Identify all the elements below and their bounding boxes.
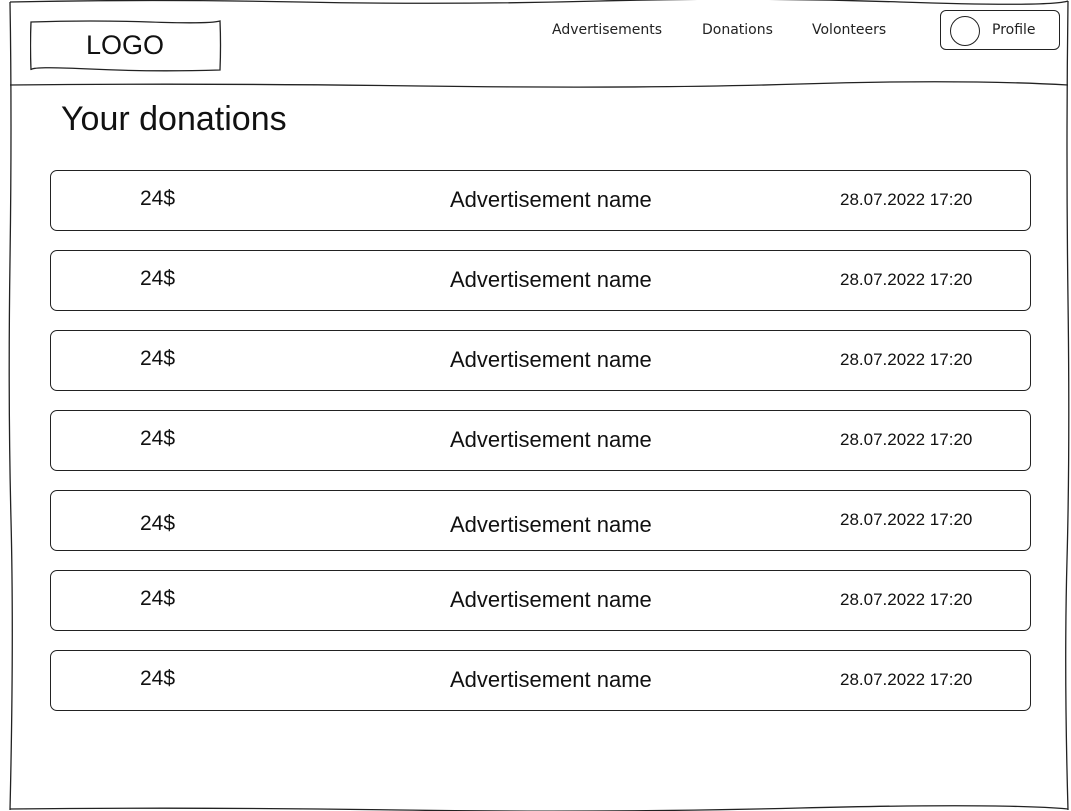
donation-date: 28.07.2022 17:20 <box>840 270 973 289</box>
donation-date: 28.07.2022 17:20 <box>840 590 973 609</box>
nav-donations[interactable]: Donations <box>702 22 773 38</box>
donation-amount: 24$ <box>140 427 176 450</box>
avatar-icon <box>950 16 980 46</box>
donation-date: 28.07.2022 17:20 <box>840 190 973 209</box>
donation-advertisement-name: Advertisement name <box>450 512 652 537</box>
logo-text: LOGO <box>85 29 165 60</box>
donation-amount: 24$ <box>140 512 176 535</box>
donation-advertisement-name: Advertisement name <box>450 427 652 452</box>
nav-advertisements[interactable]: Advertisements <box>552 22 662 38</box>
donation-amount: 24$ <box>140 587 176 610</box>
donation-advertisement-name: Advertisement name <box>450 587 652 612</box>
nav-volonteers[interactable]: Volonteers <box>812 22 886 38</box>
donation-row[interactable]: 24$ Advertisement name 28.07.2022 17:20 <box>50 570 1031 631</box>
page-title: Your donations <box>61 100 287 138</box>
donation-amount: 24$ <box>140 267 176 290</box>
donation-amount: 24$ <box>140 667 176 690</box>
donation-row[interactable]: 24$ Advertisement name 28.07.2022 17:20 <box>50 330 1031 391</box>
profile-button[interactable]: Profile <box>940 10 1060 50</box>
logo[interactable]: LOGO <box>30 20 222 72</box>
donation-row[interactable]: 24$ Advertisement name 28.07.2022 17:20 <box>50 650 1031 711</box>
donation-advertisement-name: Advertisement name <box>450 187 652 212</box>
donation-amount: 24$ <box>140 347 176 370</box>
donation-advertisement-name: Advertisement name <box>450 267 652 292</box>
donation-date: 28.07.2022 17:20 <box>840 670 973 689</box>
header-divider <box>9 81 1069 88</box>
donation-date: 28.07.2022 17:20 <box>840 350 973 369</box>
donation-date: 28.07.2022 17:20 <box>840 430 973 449</box>
donation-date: 28.07.2022 17:20 <box>840 510 973 529</box>
donation-row[interactable]: 24$ Advertisement name 28.07.2022 17:20 <box>50 410 1031 471</box>
donation-row[interactable]: 24$ Advertisement name 28.07.2022 17:20 <box>50 170 1031 231</box>
donation-amount: 24$ <box>140 187 176 210</box>
profile-label: Profile <box>992 22 1036 38</box>
donation-row[interactable]: 24$ Advertisement name 28.07.2022 17:20 <box>50 250 1031 311</box>
donation-advertisement-name: Advertisement name <box>450 667 652 692</box>
donation-advertisement-name: Advertisement name <box>450 347 652 372</box>
donation-row[interactable]: 24$ Advertisement name 28.07.2022 17:20 <box>50 490 1031 551</box>
